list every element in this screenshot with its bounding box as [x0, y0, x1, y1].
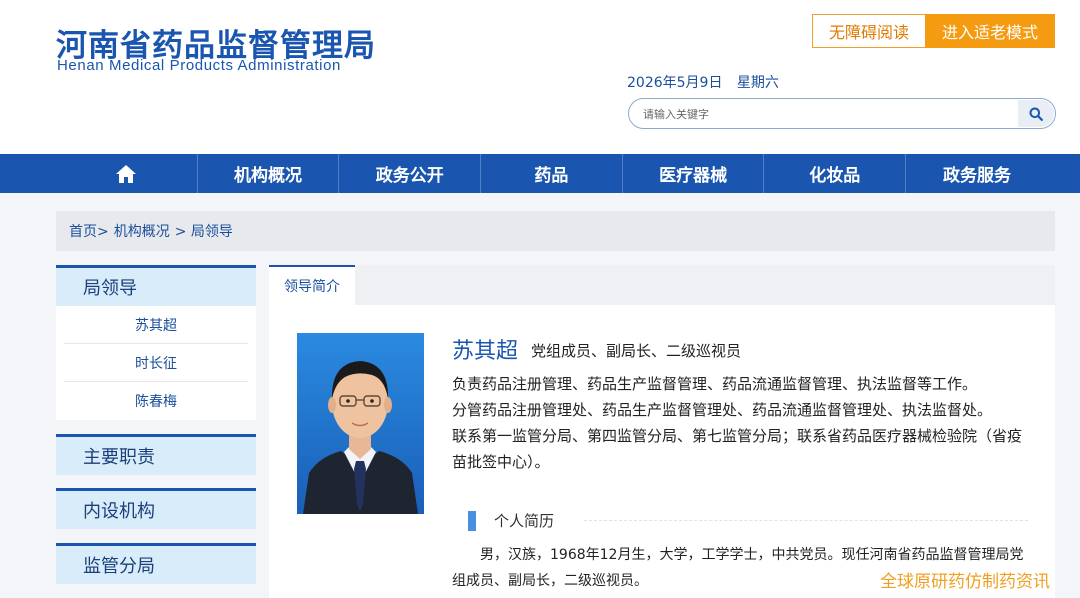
duty-line: 负责药品注册管理、药品生产监督管理、药品流通监督管理、执法监督等工作。	[452, 375, 978, 393]
sidebar-item-branches[interactable]: 监管分局	[56, 543, 256, 584]
accessible-reading-button[interactable]: 无障碍阅读	[812, 14, 926, 48]
resume-section-header: 个人简历	[468, 510, 1028, 532]
date-text: 2026年5月9日	[627, 75, 723, 91]
nav-medical-devices[interactable]: 医疗器械	[623, 154, 765, 193]
search-icon	[1029, 107, 1043, 121]
home-icon	[116, 164, 137, 183]
portrait-image	[297, 333, 424, 514]
search-button[interactable]	[1018, 100, 1054, 127]
nav-org-overview[interactable]: 机构概况	[198, 154, 340, 193]
sidebar-leader-link[interactable]: 陈春梅	[64, 382, 248, 420]
breadcrumb: 首页> 机构概况 > 局领导	[56, 211, 1055, 251]
sidebar-leaders-group: 局领导 苏其超 时长征 陈春梅	[56, 265, 256, 420]
tab-leader-intro[interactable]: 领导简介	[269, 265, 355, 305]
sidebar-leader-link[interactable]: 苏其超	[64, 306, 248, 344]
tab-strip: 领导简介	[269, 265, 1055, 305]
search-input[interactable]	[643, 105, 1013, 123]
sidebar-leader-link[interactable]: 时长征	[64, 344, 248, 382]
sidebar-duties-group: 主要职责	[56, 434, 256, 475]
nav-home[interactable]	[56, 154, 198, 193]
duty-line: 联系第一监管分局、第四监管分局、第七监管分局；联系省药品医疗器械检验院（省疫苗批…	[452, 427, 1023, 471]
breadcrumb-org-overview[interactable]: 机构概况	[114, 221, 170, 241]
watermark-text: 全球原研药仿制药资讯	[880, 572, 1050, 592]
section-marker	[468, 511, 476, 531]
sidebar-item-leaders[interactable]: 局领导	[56, 265, 256, 306]
sidebar-branches-group: 监管分局	[56, 543, 256, 584]
site-logo-en[interactable]: Henan Medical Products Administration	[57, 57, 341, 74]
nav-gov-affairs[interactable]: 政务公开	[339, 154, 482, 193]
search-box	[628, 98, 1056, 129]
leader-duties: 负责药品注册管理、药品生产监督管理、药品流通监督管理、执法监督等工作。 分管药品…	[452, 371, 1032, 475]
leader-name: 苏其超	[452, 339, 519, 364]
breadcrumb-home[interactable]: 首页>	[69, 221, 109, 241]
weekday-text: 星期六	[736, 75, 779, 91]
sidebar-units-group: 内设机构	[56, 488, 256, 529]
nav-cosmetics[interactable]: 化妆品	[764, 154, 907, 193]
main-nav: 机构概况 政务公开 药品 医疗器械 化妆品 政务服务	[0, 154, 1080, 193]
nav-gov-services[interactable]: 政务服务	[906, 154, 1048, 193]
elder-mode-button[interactable]: 进入适老模式	[925, 14, 1055, 48]
leader-profile-panel: 领导简介 苏其超 党组成员、副局长、二级巡视员 负责药品注册管理、药品生产监督管…	[269, 265, 1055, 598]
sidebar-item-internal-units[interactable]: 内设机构	[56, 488, 256, 529]
leader-title: 党组成员、副局长、二级巡视员	[531, 342, 742, 360]
leader-photo	[297, 333, 424, 514]
sidebar-item-duties[interactable]: 主要职责	[56, 434, 256, 475]
duty-line: 分管药品注册管理处、药品生产监督管理处、药品流通监督管理处、执法监督处。	[452, 401, 993, 419]
breadcrumb-leaders[interactable]: > 局领导	[175, 221, 233, 241]
resume-heading: 个人简历	[494, 512, 555, 530]
nav-drugs[interactable]: 药品	[481, 154, 623, 193]
current-date: 2026年5月9日 星期六	[627, 72, 789, 92]
section-divider	[584, 520, 1028, 521]
